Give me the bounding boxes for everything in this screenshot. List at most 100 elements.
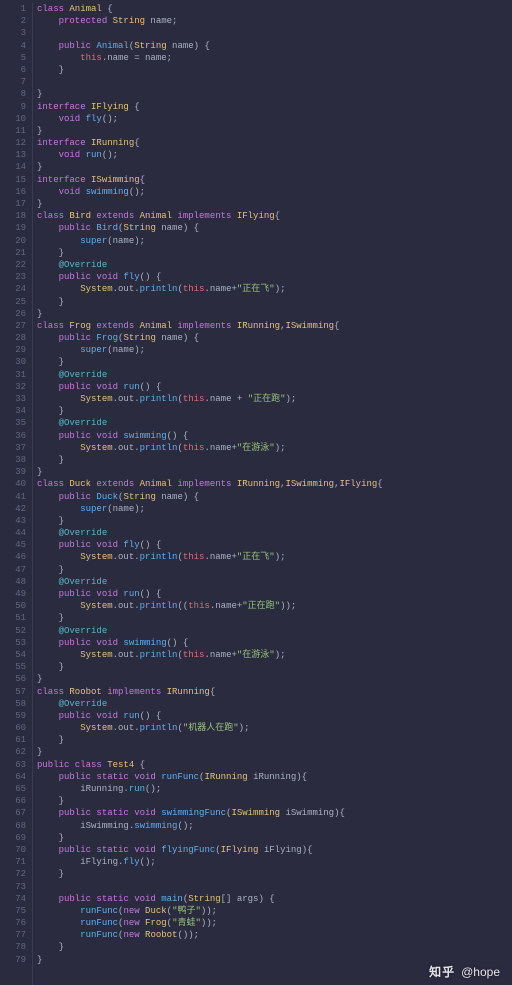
code-line: class Duck extends Animal implements IRu… [37, 478, 512, 490]
code-line: public void run() { [37, 381, 512, 393]
code-line: public class Test4 { [37, 759, 512, 771]
line-number: 7 [0, 76, 26, 88]
line-number: 54 [0, 649, 26, 661]
line-number: 46 [0, 551, 26, 563]
code-line: void swimming(); [37, 186, 512, 198]
line-number: 1 [0, 3, 26, 15]
code-line: runFunc(new Duck("鸭子")); [37, 905, 512, 917]
code-line: void fly(); [37, 113, 512, 125]
zhihu-logo: 知乎 [429, 966, 455, 978]
code-line: public static void swimmingFunc(ISwimmin… [37, 807, 512, 819]
code-line: System.out.println(this.name+"正在飞"); [37, 283, 512, 295]
code-line: } [37, 795, 512, 807]
code-line: iSwimming.swimming(); [37, 820, 512, 832]
line-number: 76 [0, 917, 26, 929]
code-line: public void swimming() { [37, 430, 512, 442]
code-line: } [37, 356, 512, 368]
code-line: public void run() { [37, 588, 512, 600]
code-line: super(name); [37, 344, 512, 356]
code-line: } [37, 661, 512, 673]
line-number: 65 [0, 783, 26, 795]
line-number: 73 [0, 881, 26, 893]
code-line: public static void runFunc(IRunning iRun… [37, 771, 512, 783]
line-number: 16 [0, 186, 26, 198]
code-line: } [37, 88, 512, 100]
code-line: interface IFlying { [37, 101, 512, 113]
line-number: 38 [0, 454, 26, 466]
code-line: } [37, 746, 512, 758]
code-line: } [37, 296, 512, 308]
line-number: 43 [0, 515, 26, 527]
code-line: iFlying.fly(); [37, 856, 512, 868]
line-number: 56 [0, 673, 26, 685]
code-line: public Bird(String name) { [37, 222, 512, 234]
line-number: 19 [0, 222, 26, 234]
line-number: 42 [0, 503, 26, 515]
code-line: @Override [37, 576, 512, 588]
line-number: 61 [0, 734, 26, 746]
line-number: 71 [0, 856, 26, 868]
code-line [37, 27, 512, 39]
code-line: } [37, 941, 512, 953]
code-line: runFunc(new Roobot()); [37, 929, 512, 941]
line-number: 29 [0, 344, 26, 356]
code-line: } [37, 868, 512, 880]
code-line: System.out.println(this.name+"在游泳"); [37, 649, 512, 661]
code-line: this.name = name; [37, 52, 512, 64]
line-number: 62 [0, 746, 26, 758]
code-line: } [37, 832, 512, 844]
line-number: 53 [0, 637, 26, 649]
line-number: 41 [0, 491, 26, 503]
line-number: 27 [0, 320, 26, 332]
code-line: interface IRunning{ [37, 137, 512, 149]
line-number: 17 [0, 198, 26, 210]
line-number: 45 [0, 539, 26, 551]
code-line: } [37, 612, 512, 624]
line-number: 5 [0, 52, 26, 64]
line-number: 68 [0, 820, 26, 832]
code-line: super(name); [37, 503, 512, 515]
code-line: @Override [37, 259, 512, 271]
code-line: } [37, 125, 512, 137]
code-line [37, 76, 512, 88]
line-number: 69 [0, 832, 26, 844]
code-line: } [37, 564, 512, 576]
line-number: 6 [0, 64, 26, 76]
line-number: 10 [0, 113, 26, 125]
code-line: } [37, 247, 512, 259]
code-line: public Frog(String name) { [37, 332, 512, 344]
line-number: 60 [0, 722, 26, 734]
line-number: 22 [0, 259, 26, 271]
code-line: } [37, 308, 512, 320]
line-number: 58 [0, 698, 26, 710]
line-number: 25 [0, 296, 26, 308]
line-number: 72 [0, 868, 26, 880]
line-number: 59 [0, 710, 26, 722]
line-number: 8 [0, 88, 26, 100]
code-line: } [37, 515, 512, 527]
line-number: 32 [0, 381, 26, 393]
code-line: runFunc(new Frog("青蛙")); [37, 917, 512, 929]
code-line: void run(); [37, 149, 512, 161]
line-number: 64 [0, 771, 26, 783]
line-number: 47 [0, 564, 26, 576]
code-line: protected String name; [37, 15, 512, 27]
code-line [37, 881, 512, 893]
line-number: 55 [0, 661, 26, 673]
line-number: 37 [0, 442, 26, 454]
line-number: 24 [0, 283, 26, 295]
line-number: 35 [0, 417, 26, 429]
line-number: 3 [0, 27, 26, 39]
code-line: public void swimming() { [37, 637, 512, 649]
code-line: System.out.println(this.name+"正在飞"); [37, 551, 512, 563]
line-number: 15 [0, 174, 26, 186]
line-number: 51 [0, 612, 26, 624]
code-line: @Override [37, 527, 512, 539]
line-number: 77 [0, 929, 26, 941]
line-number: 66 [0, 795, 26, 807]
code-line: public static void main(String[] args) { [37, 893, 512, 905]
line-number: 9 [0, 101, 26, 113]
line-number-gutter: 1234567891011121314151617181920212223242… [0, 3, 32, 985]
line-number: 79 [0, 954, 26, 966]
code-line: System.out.println(this.name + "正在跑"); [37, 393, 512, 405]
